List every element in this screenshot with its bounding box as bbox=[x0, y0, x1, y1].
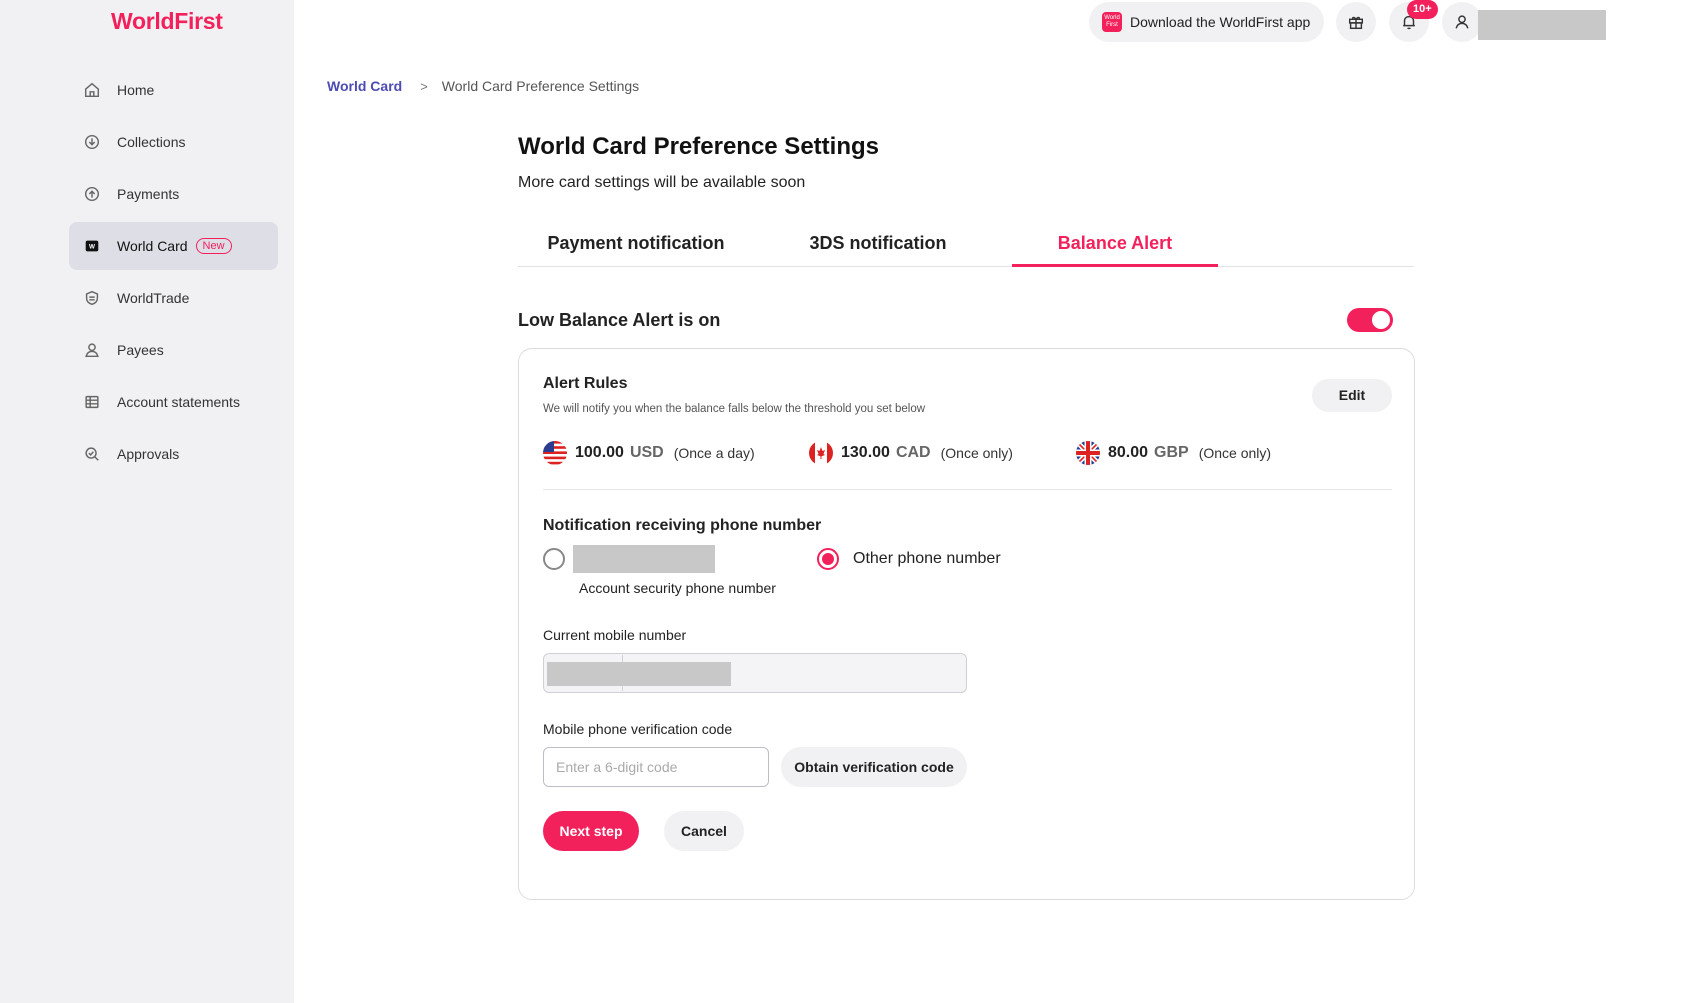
sidebar-item-label: Payees bbox=[117, 342, 164, 358]
worldfirst-app-icon: World First bbox=[1102, 12, 1122, 32]
alert-amount: 80.00 bbox=[1108, 444, 1149, 461]
download-app-button[interactable]: World First Download the WorldFirst app bbox=[1089, 2, 1325, 42]
alert-frequency: (Once only) bbox=[1198, 445, 1272, 461]
page-subtitle: More card settings will be available soo… bbox=[518, 174, 806, 191]
breadcrumb-separator: > bbox=[420, 78, 428, 94]
breadcrumb: World Card > World Card Preference Setti… bbox=[327, 78, 639, 94]
sidebar-item-worldtrade[interactable]: WorldTrade bbox=[69, 274, 278, 322]
gift-button[interactable] bbox=[1336, 2, 1376, 42]
low-balance-alert-label: Low Balance Alert is on bbox=[518, 310, 721, 330]
breadcrumb-current: World Card Preference Settings bbox=[441, 78, 640, 94]
worldtrade-shield-icon bbox=[83, 289, 101, 307]
alert-frequency: (Once only) bbox=[940, 445, 1013, 461]
account-security-phone-label: Account security phone number bbox=[579, 580, 776, 596]
current-mobile-field bbox=[543, 653, 967, 693]
current-mobile-label: Current mobile number bbox=[543, 627, 687, 643]
tab-payment-notification[interactable]: Payment notification bbox=[538, 222, 734, 267]
page-title: World Card Preference Settings bbox=[518, 133, 879, 160]
download-app-label: Download the WorldFirst app bbox=[1130, 14, 1311, 30]
alert-currency: GBP bbox=[1154, 444, 1189, 461]
alert-rules-description: We will notify you when the balance fall… bbox=[543, 403, 926, 415]
sidebar-item-label: Payments bbox=[117, 186, 180, 202]
home-icon bbox=[83, 81, 101, 99]
notification-phone-title: Notification receiving phone number bbox=[543, 517, 822, 534]
balance-alert-card: Alert Rules We will notify you when the … bbox=[518, 348, 1415, 900]
notification-count-badge: 10+ bbox=[1407, 0, 1438, 19]
sidebar-item-payees[interactable]: Payees bbox=[69, 326, 278, 374]
profile-button[interactable] bbox=[1442, 2, 1482, 42]
redacted-username bbox=[1478, 10, 1606, 40]
sidebar: WorldFirst Home Collections Payments W W… bbox=[0, 0, 294, 1003]
redacted-account-phone bbox=[573, 545, 715, 573]
settings-tabs: Payment notification 3DS notification Ba… bbox=[518, 222, 1414, 267]
other-phone-label[interactable]: Other phone number bbox=[853, 550, 1001, 568]
ca-flag-icon bbox=[809, 441, 833, 465]
sidebar-item-label: Account statements bbox=[117, 394, 240, 410]
new-badge: New bbox=[195, 238, 232, 254]
payees-person-icon bbox=[83, 341, 101, 359]
tab-3ds-notification[interactable]: 3DS notification bbox=[786, 222, 970, 267]
alert-rule-gbp: 80.00 GBP (Once only) bbox=[1076, 441, 1271, 465]
payments-icon bbox=[83, 185, 101, 203]
collections-icon bbox=[83, 133, 101, 151]
alert-currency: CAD bbox=[895, 444, 931, 461]
sidebar-item-label: WorldTrade bbox=[117, 290, 190, 306]
redacted-mobile-number bbox=[547, 662, 731, 686]
obtain-verification-code-button[interactable]: Obtain verification code bbox=[781, 747, 967, 787]
sidebar-item-world-card[interactable]: W World Card New bbox=[69, 222, 278, 270]
cancel-button[interactable]: Cancel bbox=[664, 811, 744, 851]
world-card-icon: W bbox=[83, 237, 101, 255]
edit-button[interactable]: Edit bbox=[1312, 379, 1392, 412]
sidebar-item-label: Collections bbox=[117, 134, 186, 150]
alert-amount: 100.00 bbox=[575, 444, 624, 461]
worldfirst-logo[interactable]: WorldFirst bbox=[111, 8, 223, 35]
toggle-knob bbox=[1372, 311, 1390, 329]
sidebar-item-home[interactable]: Home bbox=[69, 66, 278, 114]
gift-icon bbox=[1347, 13, 1365, 31]
section-divider bbox=[543, 489, 1392, 490]
sidebar-item-label: Approvals bbox=[117, 446, 180, 462]
alert-currency: USD bbox=[629, 444, 664, 461]
statements-icon bbox=[83, 393, 101, 411]
approvals-icon bbox=[83, 445, 101, 463]
low-balance-alert-toggle[interactable] bbox=[1347, 308, 1393, 332]
sidebar-nav: Home Collections Payments W World Card N bbox=[69, 66, 278, 482]
alert-rule-cad: 130.00 CAD (Once only) bbox=[809, 441, 1013, 465]
us-flag-icon bbox=[543, 441, 567, 465]
sidebar-item-approvals[interactable]: Approvals bbox=[69, 430, 278, 478]
alert-frequency: (Once a day) bbox=[673, 445, 755, 461]
sidebar-item-payments[interactable]: Payments bbox=[69, 170, 278, 218]
verification-code-label: Mobile phone verification code bbox=[543, 721, 733, 737]
account-security-phone-radio[interactable] bbox=[543, 548, 565, 570]
sidebar-item-account-statements[interactable]: Account statements bbox=[69, 378, 278, 426]
sidebar-item-label: World Card bbox=[117, 238, 188, 254]
verification-code-input[interactable] bbox=[543, 747, 769, 787]
svg-text:W: W bbox=[89, 244, 95, 251]
sidebar-item-label: Home bbox=[117, 82, 155, 98]
app-root: WorldFirst Home Collections Payments W W… bbox=[0, 0, 1700, 1003]
alert-amount: 130.00 bbox=[841, 444, 890, 461]
next-step-button[interactable]: Next step bbox=[543, 811, 639, 851]
sidebar-item-collections[interactable]: Collections bbox=[69, 118, 278, 166]
breadcrumb-world-card-link[interactable]: World Card bbox=[327, 78, 402, 94]
user-icon bbox=[1453, 13, 1471, 31]
other-phone-radio[interactable] bbox=[817, 548, 839, 570]
tab-balance-alert[interactable]: Balance Alert bbox=[1012, 222, 1218, 267]
alert-rule-usd: 100.00 USD (Once a day) bbox=[543, 441, 755, 465]
alert-rules-title: Alert Rules bbox=[543, 375, 628, 392]
gb-flag-icon bbox=[1076, 441, 1100, 465]
